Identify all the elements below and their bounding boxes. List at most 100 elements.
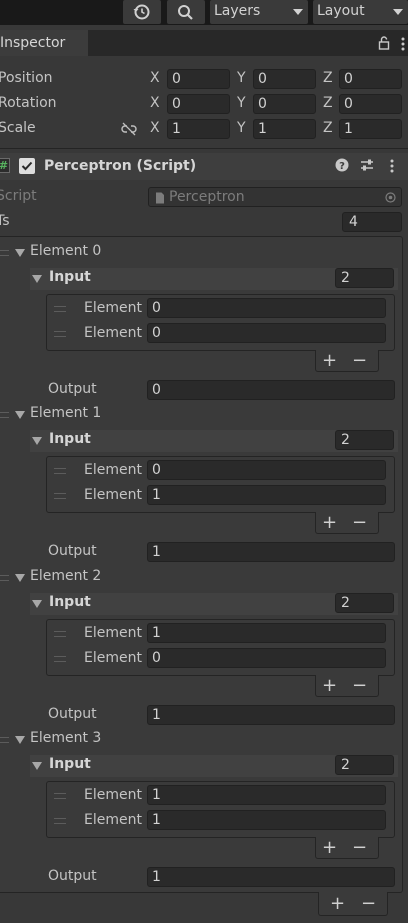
drag-handle[interactable]	[54, 493, 66, 499]
position-z-field[interactable]: 0	[339, 69, 402, 89]
drag-handle[interactable]	[0, 412, 9, 418]
foldout-arrow-icon[interactable]	[32, 600, 42, 608]
input-value: 1	[152, 812, 161, 828]
input-size-value-1: 2	[341, 432, 350, 448]
remove-item-button[interactable]: −	[352, 352, 367, 370]
scale-x-field[interactable]: 1	[167, 119, 230, 139]
scale-y-axis: Y	[237, 120, 246, 136]
scale-x-axis: X	[150, 120, 160, 136]
output-field-2[interactable]: 1	[147, 705, 395, 725]
drag-handle[interactable]	[54, 793, 66, 799]
add-item-button[interactable]: +	[322, 514, 337, 532]
position-x-field[interactable]: 0	[167, 69, 230, 89]
remove-item-button[interactable]: −	[352, 677, 367, 695]
rotation-z-value: 0	[344, 96, 353, 112]
drag-handle[interactable]	[54, 331, 66, 337]
scale-y-value: 1	[258, 121, 267, 137]
input-0-value-0-field[interactable]: 0	[147, 298, 386, 318]
ts-size-field[interactable]: 4	[342, 212, 402, 232]
foldout-arrow-icon[interactable]	[32, 275, 42, 283]
position-y-field[interactable]: 0	[253, 69, 316, 89]
input-1-value-0-field[interactable]: 0	[147, 460, 386, 480]
lock-icon[interactable]	[378, 36, 390, 50]
input-size-field-1[interactable]: 2	[335, 430, 394, 450]
drag-handle[interactable]	[0, 575, 9, 581]
foldout-arrow-icon[interactable]	[15, 249, 25, 257]
rotation-x-axis: X	[150, 95, 160, 111]
add-item-button[interactable]: +	[322, 352, 337, 370]
input-element-label: Element	[84, 487, 142, 503]
script-field-value: Perceptron	[169, 189, 245, 205]
rotation-z-field[interactable]: 0	[339, 94, 402, 114]
drag-handle[interactable]	[0, 250, 9, 256]
drag-handle[interactable]	[54, 631, 66, 637]
output-field-3[interactable]: 1	[147, 867, 395, 887]
input-element-label: Element	[84, 787, 142, 803]
drag-handle[interactable]	[0, 737, 9, 743]
drag-handle[interactable]	[54, 468, 66, 474]
input-2-value-1-field[interactable]: 0	[147, 648, 386, 668]
input-1-value-1-field[interactable]: 1	[147, 485, 386, 505]
input-size-field-0[interactable]: 2	[335, 268, 394, 288]
input-3-value-1-field[interactable]: 1	[147, 810, 386, 830]
component-menu-icon[interactable]	[387, 158, 397, 174]
scale-label: Scale	[0, 120, 36, 136]
rotation-x-field[interactable]: 0	[167, 94, 230, 114]
input-value: 0	[152, 650, 161, 666]
input-2-value-0-field[interactable]: 1	[147, 623, 386, 643]
output-label-2: Output	[48, 706, 97, 722]
remove-item-button[interactable]: −	[352, 514, 367, 532]
divider	[0, 148, 408, 149]
input-3-value-0-field[interactable]: 1	[147, 785, 386, 805]
rotation-y-field[interactable]: 0	[253, 94, 316, 114]
foldout-arrow-icon[interactable]	[32, 762, 42, 770]
scale-y-field[interactable]: 1	[253, 119, 316, 139]
input-size-field-2[interactable]: 2	[335, 593, 394, 613]
drag-handle[interactable]	[54, 306, 66, 312]
output-field-1[interactable]: 1	[147, 542, 395, 562]
more-options-icon[interactable]	[398, 36, 408, 52]
object-picker-icon[interactable]	[385, 192, 396, 203]
drag-handle[interactable]	[54, 818, 66, 824]
input-size-field-3[interactable]: 2	[335, 755, 394, 775]
add-item-button[interactable]: +	[322, 677, 337, 695]
remove-item-button[interactable]: −	[352, 839, 367, 857]
tab-inspector[interactable]: Inspector	[0, 30, 88, 56]
presets-icon[interactable]	[359, 157, 375, 173]
foldout-arrow-icon[interactable]	[15, 411, 25, 419]
drag-handle[interactable]	[54, 656, 66, 662]
enabled-checkbox[interactable]	[19, 158, 35, 174]
add-element-button[interactable]: +	[330, 895, 345, 913]
search-icon	[178, 5, 193, 20]
position-z-axis: Z	[323, 70, 333, 86]
help-icon[interactable]: ?	[335, 158, 349, 172]
scale-z-axis: Z	[323, 120, 333, 136]
output-field-0[interactable]: 0	[147, 380, 395, 400]
input-value: 1	[152, 625, 161, 641]
element-3-label[interactable]: Element 3	[30, 730, 101, 746]
foldout-arrow-icon[interactable]	[15, 736, 25, 744]
input-label-3: Input	[49, 756, 91, 772]
layers-dropdown[interactable]: Layers	[210, 0, 308, 24]
foldout-arrow-icon[interactable]	[15, 574, 25, 582]
history-icon	[133, 4, 150, 20]
constrain-proportions-icon[interactable]	[121, 122, 137, 136]
element-1-label[interactable]: Element 1	[30, 405, 101, 421]
output-label-1: Output	[48, 543, 97, 559]
scale-z-field[interactable]: 1	[339, 119, 402, 139]
output-value-3: 1	[152, 869, 161, 885]
chevron-down-icon	[393, 9, 403, 15]
script-field[interactable]: Perceptron	[148, 187, 402, 207]
history-button[interactable]	[123, 0, 161, 24]
element-0-label[interactable]: Element 0	[30, 243, 101, 259]
element-2-label[interactable]: Element 2	[30, 568, 101, 584]
input-value: 0	[152, 325, 161, 341]
foldout-arrow-icon[interactable]	[32, 437, 42, 445]
input-0-value-1-field[interactable]: 0	[147, 323, 386, 343]
layout-dropdown[interactable]: Layout	[313, 0, 408, 24]
remove-element-button[interactable]: −	[361, 895, 376, 913]
position-label: Position	[0, 70, 53, 86]
position-y-value: 0	[258, 71, 267, 87]
search-button[interactable]	[167, 0, 205, 24]
add-item-button[interactable]: +	[322, 839, 337, 857]
